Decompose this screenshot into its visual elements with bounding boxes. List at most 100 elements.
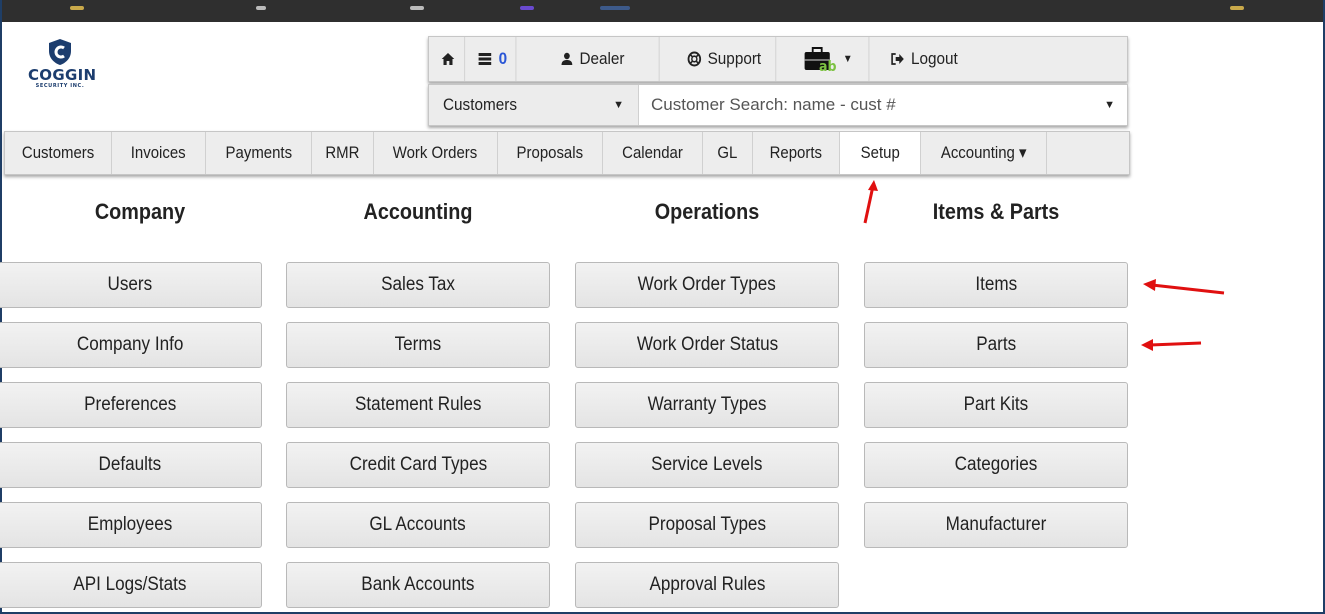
company-info-button[interactable]: Company Info — [0, 322, 262, 368]
chevron-down-icon: ▼ — [613, 99, 624, 111]
statement-rules-button[interactable]: Statement Rules — [286, 382, 550, 428]
button-label: Items — [975, 274, 1017, 295]
queue-count-badge: 0 — [498, 49, 508, 68]
nav-label: GL — [717, 143, 738, 162]
button-label: API Logs/Stats — [73, 574, 187, 595]
button-label: Statement Rules — [354, 394, 482, 415]
search-bar: Customers ▼ ▼ — [428, 84, 1128, 126]
preferences-button[interactable]: Preferences — [0, 382, 262, 428]
nav-label: RMR — [325, 143, 360, 162]
logout-label: Logout — [911, 49, 958, 68]
nav-item-accounting[interactable]: Accounting ▾ — [921, 132, 1047, 174]
button-label: Users — [107, 274, 153, 295]
nav-label: Calendar — [622, 143, 683, 162]
nav-item-gl[interactable]: GL — [703, 132, 753, 174]
work-order-status-button[interactable]: Work Order Status — [575, 322, 839, 368]
button-label: Work Order Types — [637, 274, 777, 295]
heading-company: Company — [94, 199, 186, 224]
categories-button[interactable]: Categories — [864, 442, 1128, 488]
defaults-button[interactable]: Defaults — [0, 442, 262, 488]
briefcase-icon: ab — [804, 47, 837, 72]
employees-button[interactable]: Employees — [0, 502, 262, 548]
manufacturer-button[interactable]: Manufacturer — [864, 502, 1128, 548]
proposal-types-button[interactable]: Proposal Types — [575, 502, 839, 548]
terms-button[interactable]: Terms — [286, 322, 550, 368]
nav-item-customers[interactable]: Customers — [5, 132, 112, 174]
nav-label: Proposals — [516, 143, 584, 162]
nav-label: Work Orders — [393, 143, 478, 162]
nav-item-setup[interactable]: Setup — [840, 132, 921, 174]
briefcase-menu-button[interactable]: ab ▼ — [787, 37, 870, 81]
nav-item-calendar[interactable]: Calendar — [603, 132, 703, 174]
nav-label: Invoices — [131, 143, 186, 162]
main-nav: Customers Invoices Payments RMR Work Ord… — [4, 131, 1130, 175]
search-scope-value: Customers — [443, 95, 517, 114]
bank-accounts-button[interactable]: Bank Accounts — [286, 562, 550, 608]
logout-button[interactable]: Logout — [880, 37, 979, 81]
nav-item-reports[interactable]: Reports — [753, 132, 840, 174]
button-label: Categories — [954, 454, 1038, 475]
button-label: Credit Card Types — [349, 454, 487, 475]
nav-label: Customers — [21, 143, 95, 162]
button-label: Preferences — [83, 394, 177, 415]
home-button[interactable] — [431, 37, 466, 81]
work-order-types-button[interactable]: Work Order Types — [575, 262, 839, 308]
nav-item-proposals[interactable]: Proposals — [498, 132, 603, 174]
users-button[interactable]: Users — [0, 262, 262, 308]
button-label: Company Info — [76, 334, 184, 355]
heading-operations: Operations — [654, 199, 760, 224]
annotation-arrow-left-icon — [1141, 339, 1202, 351]
search-scope-select[interactable]: Customers ▼ — [429, 85, 639, 125]
nav-item-rmr[interactable]: RMR — [312, 132, 374, 174]
part-kits-button[interactable]: Part Kits — [864, 382, 1128, 428]
logo-tagline: SECURITY INC. — [35, 83, 85, 89]
nav-item-payments[interactable]: Payments — [206, 132, 312, 174]
parts-button[interactable]: Parts — [864, 322, 1128, 368]
annotation-arrow-left-icon — [1143, 279, 1225, 295]
nav-label: Reports — [769, 143, 823, 162]
lifebuoy-icon — [687, 51, 701, 67]
button-label: Employees — [87, 514, 173, 535]
button-label: Defaults — [98, 454, 162, 475]
nav-label: Payments — [225, 143, 292, 162]
chevron-down-icon[interactable]: ▼ — [1104, 99, 1115, 111]
approval-rules-button[interactable]: Approval Rules — [575, 562, 839, 608]
customer-search-field[interactable]: ▼ — [639, 85, 1127, 125]
warranty-types-button[interactable]: Warranty Types — [575, 382, 839, 428]
logout-icon — [891, 53, 904, 65]
support-label: Support — [707, 49, 762, 68]
gl-accounts-button[interactable]: GL Accounts — [286, 502, 550, 548]
support-button[interactable]: Support — [673, 37, 777, 81]
chevron-down-icon: ▼ — [842, 53, 853, 65]
button-label: Approval Rules — [649, 574, 765, 595]
home-icon — [441, 53, 454, 65]
api-logs-button[interactable]: API Logs/Stats — [0, 562, 262, 608]
dealer-button[interactable]: Dealer — [526, 37, 660, 81]
customer-search-input[interactable] — [651, 95, 1051, 115]
top-toolbar: 0 Dealer Support ab ▼ Logout — [428, 36, 1128, 82]
svg-text:ab: ab — [819, 59, 837, 72]
company-logo[interactable]: COGGIN SECURITY INC. — [28, 38, 96, 98]
shield-logo-icon — [49, 39, 71, 65]
button-label: Warranty Types — [647, 394, 767, 415]
button-label: Sales Tax — [381, 274, 455, 295]
queue-button[interactable]: 0 — [470, 37, 517, 81]
heading-items-parts: Items & Parts — [932, 199, 1060, 224]
nav-item-invoices[interactable]: Invoices — [112, 132, 206, 174]
button-label: Terms — [394, 334, 442, 355]
button-label: Part Kits — [963, 394, 1029, 415]
button-label: Proposal Types — [648, 514, 766, 535]
list-icon — [478, 53, 492, 65]
nav-item-work-orders[interactable]: Work Orders — [374, 132, 498, 174]
heading-accounting: Accounting — [363, 199, 473, 224]
button-label: Bank Accounts — [361, 574, 475, 595]
service-levels-button[interactable]: Service Levels — [575, 442, 839, 488]
user-icon — [561, 52, 573, 65]
sales-tax-button[interactable]: Sales Tax — [286, 262, 550, 308]
button-label: Parts — [976, 334, 1016, 355]
items-button[interactable]: Items — [864, 262, 1128, 308]
button-label: Service Levels — [651, 454, 763, 475]
button-label: Manufacturer — [945, 514, 1047, 535]
nav-label: Accounting ▾ — [940, 143, 1027, 162]
credit-card-types-button[interactable]: Credit Card Types — [286, 442, 550, 488]
